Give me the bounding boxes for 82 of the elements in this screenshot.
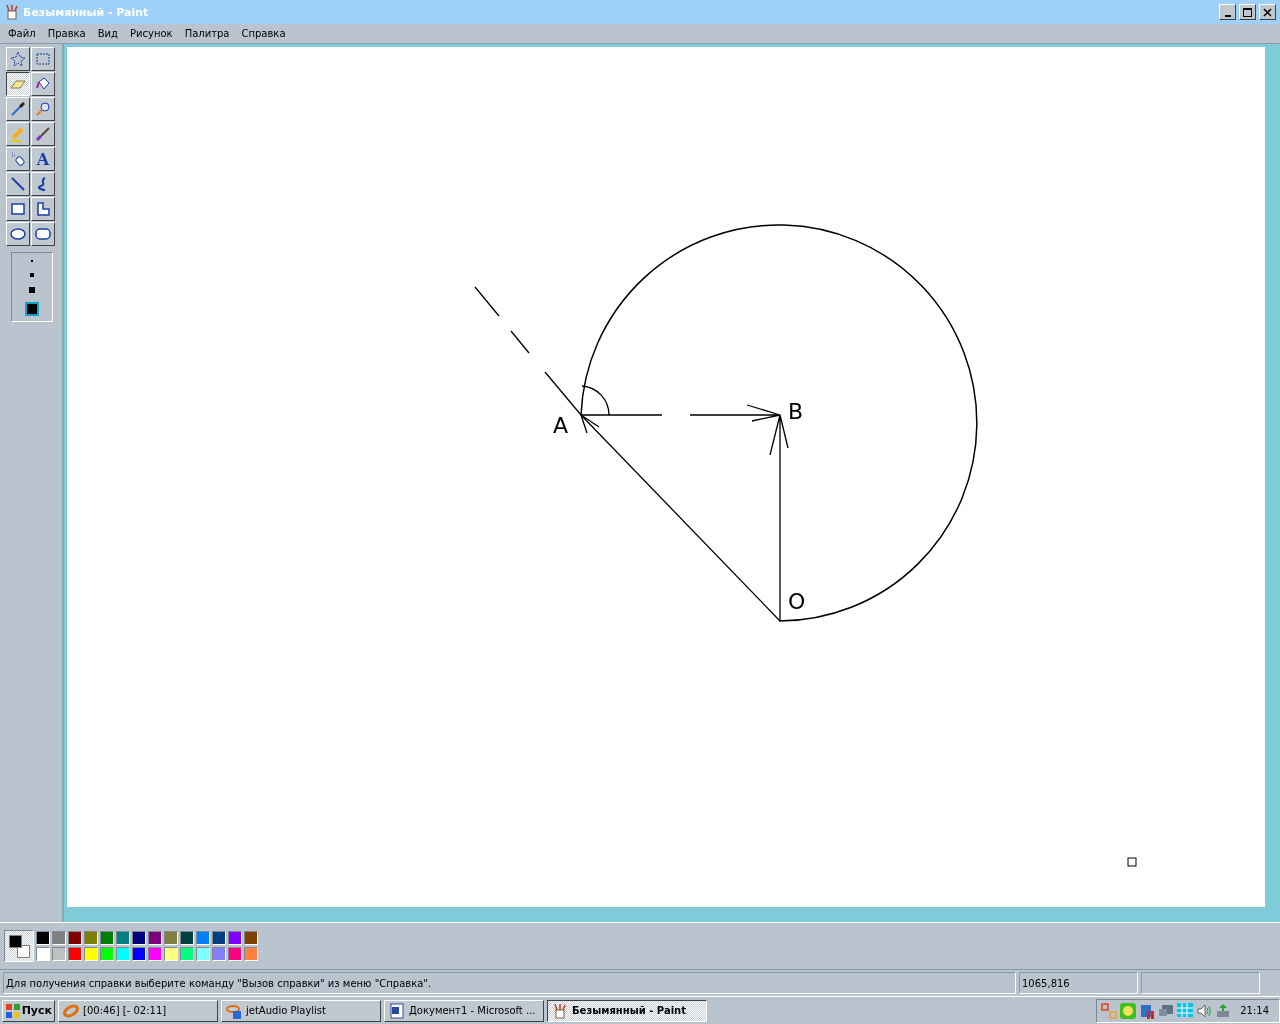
color-swatch[interactable] <box>68 931 82 945</box>
color-swatch[interactable] <box>164 931 178 945</box>
menu-item[interactable]: Справка <box>235 28 292 39</box>
color-swatch[interactable] <box>52 931 66 945</box>
computer-icon[interactable] <box>1158 1002 1175 1019</box>
color-swatch[interactable] <box>180 947 194 961</box>
color-swatch[interactable] <box>244 947 258 961</box>
color-swatch[interactable] <box>100 947 114 961</box>
rectangle-icon <box>10 201 26 217</box>
color-swatch[interactable] <box>228 947 242 961</box>
current-colors[interactable] <box>4 930 34 962</box>
color-swatch[interactable] <box>196 947 210 961</box>
spray-can-icon <box>10 151 26 167</box>
taskbar-button[interactable]: Документ1 - Microsoft ... <box>384 999 544 1022</box>
brushes-cup-icon <box>552 1002 568 1019</box>
color-swatch[interactable] <box>100 931 114 945</box>
point-label: O <box>788 589 806 614</box>
minimize-icon <box>1224 14 1231 17</box>
windows-flag-icon <box>5 1002 20 1019</box>
clock: 21:14 <box>1240 1005 1269 1016</box>
brush-icon <box>35 126 51 142</box>
color-swatch[interactable] <box>228 931 242 945</box>
minimize-button[interactable] <box>1219 4 1236 20</box>
star-select-icon <box>10 51 26 67</box>
color-swatch[interactable] <box>212 931 226 945</box>
maximize-button[interactable] <box>1239 4 1256 20</box>
color-swatch[interactable] <box>148 931 162 945</box>
color-swatch[interactable] <box>84 947 98 961</box>
cursor-coordinates: 1065,816 <box>1019 972 1138 994</box>
taskbar-button[interactable]: [00:46] [- 02:11] <box>58 999 218 1022</box>
color-swatch[interactable] <box>196 931 210 945</box>
eyedropper-icon <box>10 101 26 117</box>
swirl-icon <box>63 1002 79 1019</box>
line-icon <box>10 176 26 192</box>
tool-button[interactable]: A <box>31 147 55 171</box>
speaker-icon[interactable] <box>1196 1002 1213 1019</box>
color-swatch[interactable] <box>52 947 66 961</box>
status-message: Для получения справки выберите команду "Вызов справки" из меню "Справка". <box>3 972 1016 994</box>
color-swatch[interactable] <box>36 947 50 961</box>
bar-meter-icon[interactable] <box>1139 1002 1156 1019</box>
menu-item[interactable]: Файл <box>2 28 42 39</box>
color-swatch[interactable] <box>116 931 130 945</box>
small-square <box>1127 857 1137 867</box>
brushes-cup-icon <box>4 4 20 20</box>
size-option[interactable] <box>25 301 39 316</box>
magnifier-icon <box>35 101 51 117</box>
playlist-icon <box>226 1002 242 1019</box>
menu-item[interactable]: Правка <box>41 28 92 39</box>
dotted-rectangle-icon <box>35 51 51 67</box>
close-icon <box>1263 7 1272 17</box>
point-label: B <box>788 399 804 424</box>
rounded-rectangle-icon <box>35 226 51 242</box>
start-button[interactable]: Пуск <box>2 999 55 1022</box>
paint-bucket-icon <box>35 76 51 92</box>
tool-button[interactable] <box>6 72 30 96</box>
color-swatch[interactable] <box>244 931 258 945</box>
color-swatch[interactable] <box>132 947 146 961</box>
maximize-icon <box>1243 7 1252 17</box>
close-button[interactable] <box>1259 4 1276 20</box>
window-title: Безымянный - Paint <box>23 5 150 19</box>
color-swatch[interactable] <box>148 947 162 961</box>
menu-item[interactable]: Вид <box>91 28 124 39</box>
taskbar-button[interactable]: Безымянный - Paint <box>547 999 707 1022</box>
menu-item[interactable]: Палитра <box>178 28 236 39</box>
document-icon <box>389 1002 405 1019</box>
size-option[interactable] <box>27 285 37 296</box>
polygon-icon <box>35 201 51 217</box>
color-swatch[interactable] <box>84 931 98 945</box>
point-label: A <box>553 413 569 438</box>
color-swatch[interactable] <box>132 931 146 945</box>
color-swatch[interactable] <box>36 931 50 945</box>
text-tool-glyph: A <box>36 149 50 169</box>
color-swatch[interactable] <box>116 947 130 961</box>
menu-item[interactable]: Рисунок <box>124 28 179 39</box>
pencil-icon <box>10 126 26 142</box>
color-swatch[interactable] <box>68 947 82 961</box>
color-swatch[interactable] <box>164 947 178 961</box>
color-swatch[interactable] <box>180 931 194 945</box>
taskbar-button[interactable]: jetAudio Playlist <box>221 999 381 1022</box>
color-swatch[interactable] <box>212 947 226 961</box>
angle-arc <box>581 385 610 416</box>
ellipse-icon <box>10 226 26 242</box>
